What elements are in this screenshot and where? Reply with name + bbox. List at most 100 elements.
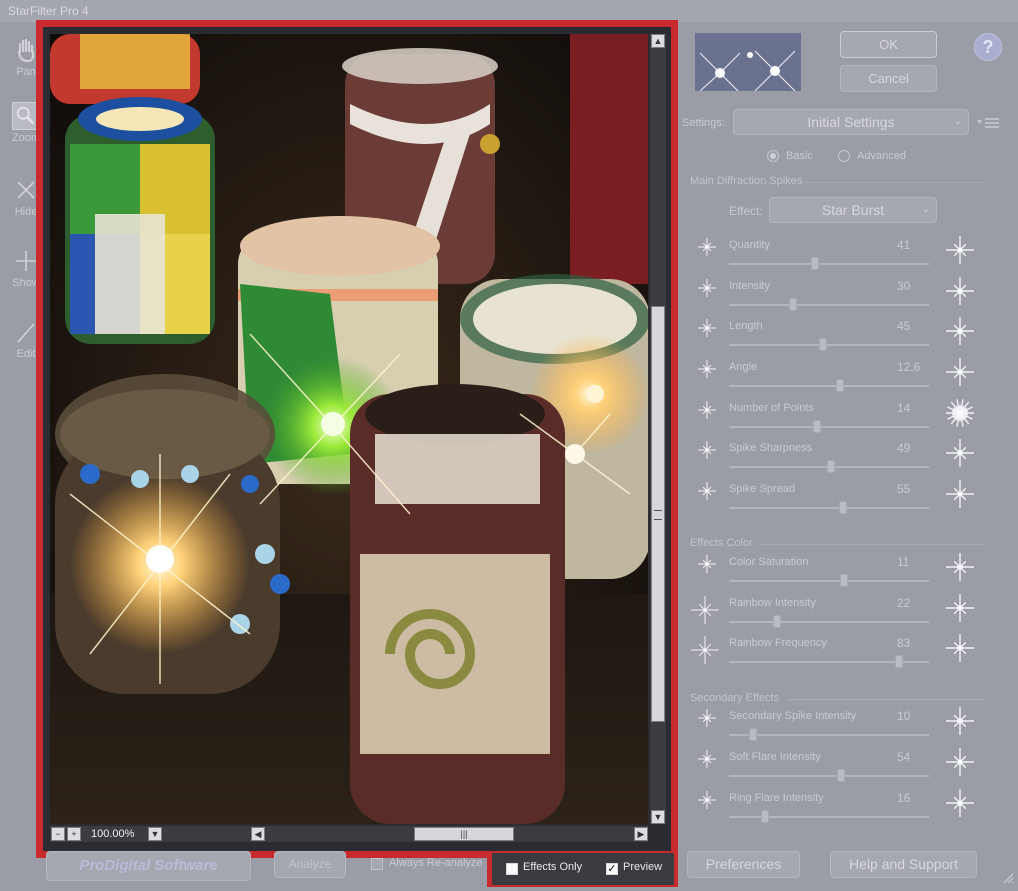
max-sparkle-icon [945, 706, 975, 739]
slider-thumb[interactable] [761, 810, 769, 823]
max-sparkle-icon [945, 479, 975, 512]
max-sparkle-icon [945, 788, 975, 821]
slider-track[interactable] [729, 621, 929, 623]
advanced-radio[interactable] [838, 150, 850, 162]
max-sparkle-icon [945, 276, 975, 309]
ok-button[interactable]: OK [840, 31, 937, 58]
slider-label: Rainbow Frequency [729, 637, 827, 649]
window-title: StarFilter Pro 4 [8, 4, 89, 18]
max-sparkle-icon [945, 593, 975, 626]
slider-thumb[interactable] [773, 615, 781, 628]
cancel-button[interactable]: Cancel [840, 65, 937, 92]
vertical-scrollbar[interactable]: ▲ ▼ [650, 34, 666, 824]
scroll-left-icon[interactable]: ◀ [251, 827, 265, 841]
slider-track[interactable] [729, 775, 929, 777]
effect-dropdown[interactable]: Star Burst ⌄ [769, 197, 937, 223]
slider-label: Intensity [729, 280, 770, 292]
slider-track[interactable] [729, 816, 929, 818]
slider-track[interactable] [729, 304, 929, 306]
slider-value: 16 [897, 791, 911, 805]
slider-value: 14 [897, 401, 911, 415]
slider-track[interactable] [729, 734, 929, 736]
slider-track[interactable] [729, 385, 929, 387]
slider-thumb[interactable] [895, 655, 903, 668]
slider-thumb[interactable] [839, 501, 847, 514]
settings-menu-icon[interactable] [977, 117, 999, 129]
slider-thumb[interactable] [840, 574, 848, 587]
effects-only-checkbox[interactable] [506, 863, 518, 875]
zoom-level[interactable]: 100.00% [85, 827, 145, 841]
candle-jars-photo [50, 34, 648, 824]
horizontal-scroll-thumb[interactable]: ||| [414, 827, 514, 841]
settings-dropdown[interactable]: Initial Settings ⌄ [733, 109, 969, 135]
min-sparkle-icon [690, 595, 720, 628]
basic-radio[interactable] [767, 150, 779, 162]
settings-label: Settings: [682, 117, 725, 129]
min-sparkle-icon [697, 278, 717, 301]
analyze-button[interactable]: Analyze [274, 851, 346, 878]
slider-thumb[interactable] [836, 379, 844, 392]
min-sparkle-icon [690, 635, 720, 668]
slider-label: Spike Spread [729, 483, 796, 495]
scroll-up-icon[interactable]: ▲ [651, 34, 665, 48]
slider-track[interactable] [729, 507, 929, 509]
preview-image[interactable] [50, 34, 648, 824]
slider-thumb[interactable] [789, 298, 797, 311]
slider-track[interactable] [729, 344, 929, 346]
zoom-out-button[interactable]: − [51, 827, 65, 841]
slider-thumb[interactable] [827, 460, 835, 473]
preferences-button[interactable]: Preferences [687, 851, 800, 878]
grip-icon [654, 510, 662, 520]
chevron-down-icon: ⌄ [953, 116, 962, 127]
slider-value: 83 [897, 636, 911, 650]
slider-track[interactable] [729, 263, 929, 265]
slider-thumb[interactable] [837, 769, 845, 782]
max-sparkle-icon [945, 438, 975, 471]
basic-label: Basic [786, 150, 813, 162]
slider-thumb[interactable] [813, 420, 821, 433]
section-divider [805, 182, 985, 183]
brand-logo[interactable]: ProDigital Software [46, 851, 251, 881]
min-sparkle-icon [697, 708, 717, 731]
slider-value: 11 [897, 555, 910, 569]
effect-value: Star Burst [821, 202, 885, 218]
slider-value: 55 [897, 482, 911, 496]
section-divider [760, 544, 985, 545]
slider-value: 22 [897, 596, 911, 610]
slider-track[interactable] [729, 580, 929, 582]
zoom-dropdown-icon[interactable]: ▼ [148, 827, 162, 841]
slider-thumb[interactable] [811, 257, 819, 270]
slider-track[interactable] [729, 426, 929, 428]
always-reanalyze-checkbox[interactable] [371, 858, 383, 870]
slider-value: 10 [897, 709, 911, 723]
max-sparkle-icon [945, 633, 975, 666]
min-sparkle-icon [697, 440, 717, 463]
slider-label: Quantity [729, 239, 770, 251]
slider-thumb[interactable] [749, 728, 757, 741]
slider-value: 12.6 [897, 360, 921, 374]
slider-label: Length [729, 320, 763, 332]
slider-label: Angle [729, 361, 758, 373]
chevron-down-icon: ⌄ [921, 204, 930, 215]
main-section-title: Main Diffraction Spikes [690, 175, 803, 187]
zoom-in-button[interactable]: + [67, 827, 81, 841]
slider-value: 45 [897, 319, 911, 333]
slider-label: Number of Points [729, 402, 814, 414]
min-sparkle-icon [697, 359, 717, 382]
max-sparkle-icon [945, 316, 975, 349]
slider-thumb[interactable] [819, 338, 827, 351]
preview-checkbox[interactable]: ✓ [606, 863, 618, 875]
help-icon[interactable]: ? [974, 33, 1002, 61]
resize-grip-icon[interactable] [1002, 872, 1014, 884]
min-sparkle-icon [697, 400, 717, 423]
scroll-right-icon[interactable]: ▶ [634, 827, 648, 841]
edit-tool-label: Edit [16, 348, 36, 360]
slider-label: Rainbow Intensity [729, 597, 816, 609]
preview-label: Preview [623, 861, 663, 873]
settings-value: Initial Settings [807, 114, 895, 130]
scroll-down-icon[interactable]: ▼ [651, 810, 665, 824]
help-and-support-button[interactable]: Help and Support [830, 851, 977, 878]
max-sparkle-icon [945, 552, 975, 585]
max-sparkle-icon [945, 398, 975, 431]
slider-value: 49 [897, 441, 911, 455]
